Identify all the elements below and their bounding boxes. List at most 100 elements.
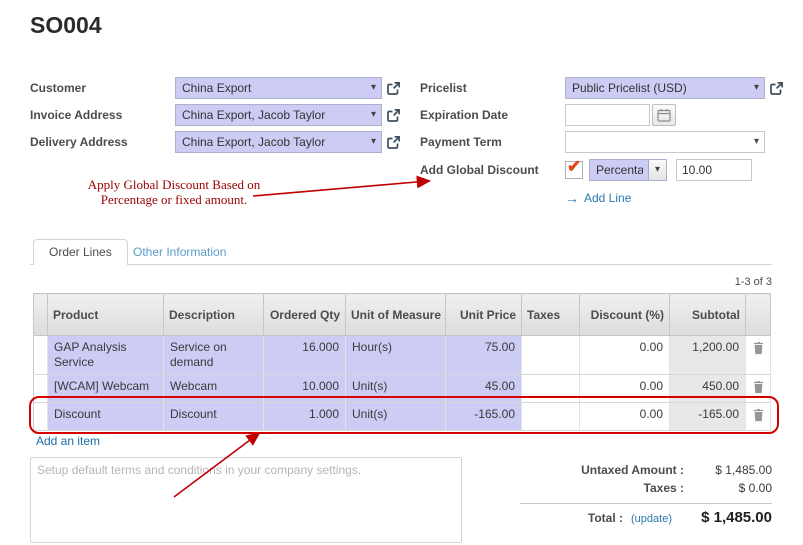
- cell-unit-of-measure[interactable]: Unit(s): [346, 403, 446, 431]
- expiration-date-label: Expiration Date: [420, 108, 565, 122]
- header-unit-of-measure: Unit of Measure: [346, 294, 446, 336]
- discount-type-value: Percentage: [596, 163, 643, 177]
- global-discount-label: Add Global Discount: [420, 163, 565, 177]
- cell-product[interactable]: Discount: [48, 403, 164, 431]
- chevron-down-icon: ▾: [371, 137, 376, 147]
- cell-discount[interactable]: 0.00: [580, 403, 670, 431]
- cell-unit-price[interactable]: 45.00: [446, 375, 522, 403]
- cell-product[interactable]: GAP Analysis Service: [48, 336, 164, 375]
- untaxed-amount-value: $ 1,485.00: [684, 463, 772, 477]
- pricelist-value: Public Pricelist (USD): [572, 81, 749, 95]
- add-item-link[interactable]: Add an item: [36, 434, 100, 448]
- cell-discount[interactable]: 0.00: [580, 375, 670, 403]
- cell-product[interactable]: [WCAM] Webcam: [48, 375, 164, 403]
- terms-textarea[interactable]: [30, 457, 462, 543]
- taxes-value: $ 0.00: [684, 481, 772, 495]
- cell-subtotal: 450.00: [670, 375, 746, 403]
- sale-order-form: SO004 Customer China Export ▾ Invoice Ad…: [0, 0, 803, 545]
- add-line-button[interactable]: → Add Line: [565, 190, 631, 206]
- annotation-line-1: Apply Global Discount Based on: [83, 177, 265, 192]
- order-line-row[interactable]: [WCAM] Webcam Webcam 10.000 Unit(s) 45.0…: [34, 375, 771, 403]
- field-row-global-discount: Add Global Discount ✔ Percentage ▾: [420, 158, 803, 182]
- header-discount: Discount (%): [580, 294, 670, 336]
- tab-divider: [30, 264, 772, 265]
- cell-ordered-qty[interactable]: 10.000: [264, 375, 346, 403]
- chevron-down-icon: ▾: [371, 110, 376, 120]
- chevron-down-icon: ▾: [655, 165, 660, 175]
- delivery-address-label: Delivery Address: [30, 135, 175, 149]
- total-value: $ 1,485.00: [672, 509, 772, 526]
- customer-value: China Export: [182, 81, 366, 95]
- total-label: Total :: [520, 511, 623, 525]
- order-line-row-discount[interactable]: Discount Discount 1.000 Unit(s) -165.00 …: [34, 403, 771, 431]
- chevron-down-icon: ▾: [754, 137, 759, 147]
- row-handle[interactable]: [34, 403, 48, 431]
- header-actions: [746, 294, 771, 336]
- cell-unit-of-measure[interactable]: Unit(s): [346, 375, 446, 403]
- order-lines-section: Product Description Ordered Qty Unit of …: [33, 293, 771, 431]
- cell-unit-of-measure[interactable]: Hour(s): [346, 336, 446, 375]
- external-link-icon[interactable]: [769, 81, 784, 96]
- pricelist-select[interactable]: Public Pricelist (USD) ▾: [565, 77, 765, 99]
- invoice-address-value: China Export, Jacob Taylor: [182, 108, 366, 122]
- external-link-icon[interactable]: [386, 135, 401, 150]
- external-link-icon[interactable]: [386, 81, 401, 96]
- delete-line-icon[interactable]: [746, 336, 771, 375]
- pricelist-label: Pricelist: [420, 81, 565, 95]
- customer-label: Customer: [30, 81, 175, 95]
- cell-unit-price[interactable]: 75.00: [446, 336, 522, 375]
- cell-description[interactable]: Discount: [164, 403, 264, 431]
- delete-line-icon[interactable]: [746, 375, 771, 403]
- header-unit-price: Unit Price: [446, 294, 522, 336]
- cell-subtotal: 1,200.00: [670, 336, 746, 375]
- invoice-address-select[interactable]: China Export, Jacob Taylor ▾: [175, 104, 382, 126]
- global-discount-checkbox[interactable]: ✔: [565, 161, 583, 179]
- chevron-down-icon: ▾: [754, 83, 759, 93]
- annotation-global-discount: Apply Global Discount Based on Percentag…: [83, 177, 265, 207]
- order-lines-table: Product Description Ordered Qty Unit of …: [33, 293, 771, 431]
- delete-line-icon[interactable]: [746, 403, 771, 431]
- calendar-icon[interactable]: [652, 104, 676, 126]
- row-handle-header: [34, 294, 48, 336]
- header-product: Product: [48, 294, 164, 336]
- payment-term-label: Payment Term: [420, 135, 565, 149]
- cell-ordered-qty[interactable]: 16.000: [264, 336, 346, 375]
- delivery-address-value: China Export, Jacob Taylor: [182, 135, 366, 149]
- discount-amount-input[interactable]: [676, 159, 752, 181]
- tab-order-lines[interactable]: Order Lines: [33, 239, 128, 265]
- expiration-date-input[interactable]: [565, 104, 650, 126]
- external-link-icon[interactable]: [386, 108, 401, 123]
- update-link[interactable]: (update): [631, 513, 672, 525]
- payment-term-select[interactable]: ▾: [565, 131, 765, 153]
- cell-taxes[interactable]: [522, 375, 580, 403]
- order-line-row[interactable]: GAP Analysis Service Service on demand 1…: [34, 336, 771, 375]
- discount-type-select[interactable]: Percentage ▾: [589, 159, 667, 181]
- row-handle[interactable]: [34, 375, 48, 403]
- cell-subtotal: -165.00: [670, 403, 746, 431]
- field-row-pricelist: Pricelist Public Pricelist (USD) ▾: [420, 76, 803, 100]
- arrow-right-icon: →: [565, 190, 579, 206]
- untaxed-amount-row: Untaxed Amount : $ 1,485.00: [520, 461, 772, 479]
- delivery-address-select[interactable]: China Export, Jacob Taylor ▾: [175, 131, 382, 153]
- cell-taxes[interactable]: [522, 403, 580, 431]
- customer-select[interactable]: China Export ▾: [175, 77, 382, 99]
- cell-taxes[interactable]: [522, 336, 580, 375]
- row-handle[interactable]: [34, 336, 48, 375]
- cell-discount[interactable]: 0.00: [580, 336, 670, 375]
- page-title: SO004: [30, 12, 102, 39]
- totals-section: Untaxed Amount : $ 1,485.00 Taxes : $ 0.…: [520, 461, 772, 528]
- select-arrow-button[interactable]: ▾: [648, 160, 666, 180]
- cell-ordered-qty[interactable]: 1.000: [264, 403, 346, 431]
- cell-description[interactable]: Webcam: [164, 375, 264, 403]
- header-subtotal: Subtotal: [670, 294, 746, 336]
- field-row-payment-term: Payment Term ▾: [420, 130, 803, 154]
- pager[interactable]: 1-3 of 3: [735, 276, 772, 288]
- field-row-invoice-address: Invoice Address China Export, Jacob Tayl…: [30, 103, 450, 127]
- add-line-label: Add Line: [584, 191, 631, 205]
- cell-unit-price[interactable]: -165.00: [446, 403, 522, 431]
- taxes-label: Taxes :: [520, 481, 684, 495]
- table-header-row: Product Description Ordered Qty Unit of …: [34, 294, 771, 336]
- header-description: Description: [164, 294, 264, 336]
- cell-description[interactable]: Service on demand: [164, 336, 264, 375]
- tab-other-information[interactable]: Other Information: [133, 245, 226, 259]
